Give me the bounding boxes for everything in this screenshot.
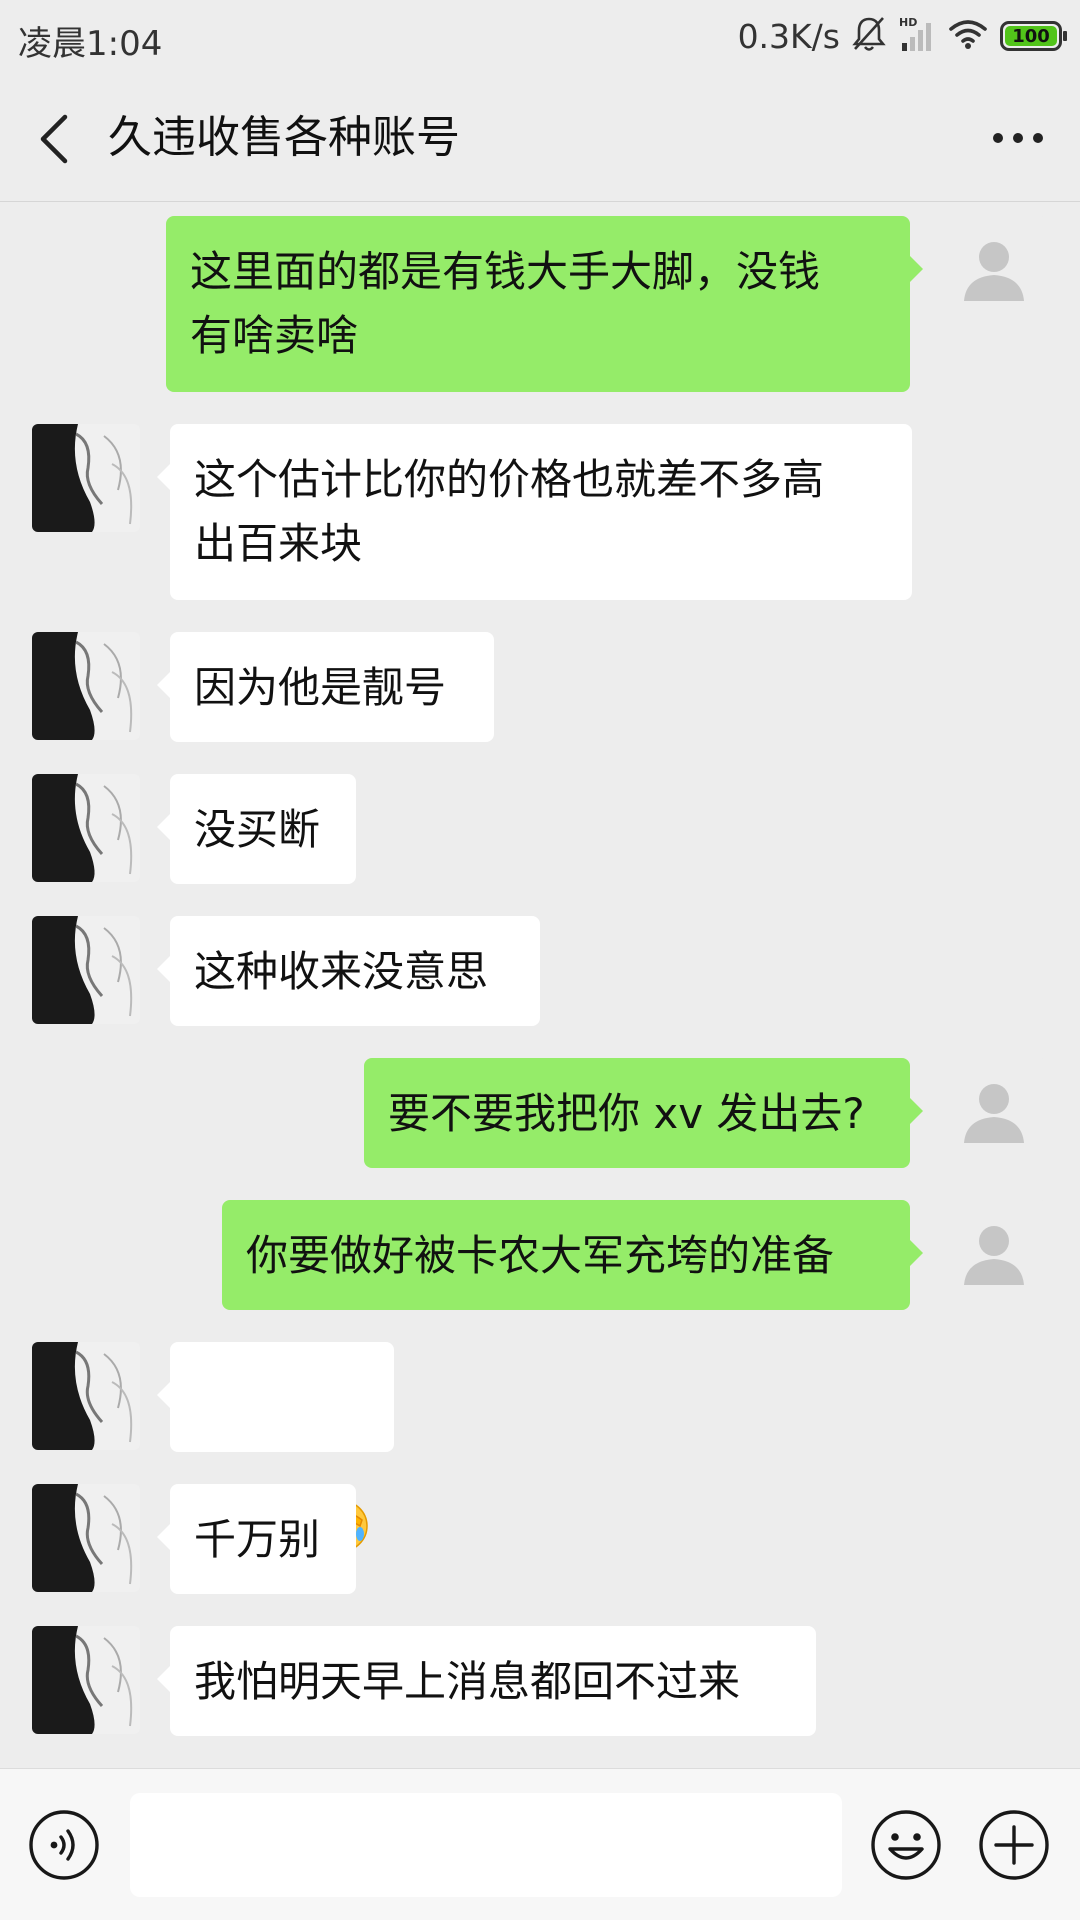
message-bubble-contact[interactable] bbox=[157, 1342, 394, 1552]
chat-title: 久违收售各种账号 bbox=[108, 112, 460, 163]
avatar-self[interactable] bbox=[940, 1058, 1048, 1166]
default-avatar-icon bbox=[964, 1084, 1024, 1143]
back-button[interactable] bbox=[24, 104, 84, 174]
chevron-left-icon bbox=[40, 114, 68, 164]
avatar-self[interactable] bbox=[940, 216, 1048, 324]
message-input[interactable] bbox=[130, 1793, 842, 1897]
avatar-contact[interactable] bbox=[32, 1342, 140, 1450]
smiley-icon bbox=[871, 1810, 941, 1880]
avatar-contact[interactable] bbox=[32, 632, 140, 740]
bell-muted-icon bbox=[852, 15, 886, 57]
message-bubble-self[interactable]: 这里面的都是有钱大手大脚，没钱 有啥卖啥 bbox=[166, 216, 923, 392]
more-functions-button[interactable] bbox=[978, 1809, 1050, 1881]
message-bubble-contact[interactable]: 因为他是靓号 bbox=[157, 632, 494, 742]
avatar-self[interactable] bbox=[940, 1200, 1048, 1308]
message-bubble-self[interactable]: 要不要我把你 xv 发出去? bbox=[364, 1058, 923, 1168]
voice-input-button[interactable] bbox=[28, 1809, 100, 1881]
more-icon bbox=[993, 133, 1003, 143]
avatar-contact[interactable] bbox=[32, 1626, 140, 1734]
battery-level: 100 bbox=[1012, 25, 1050, 47]
message-bubble-contact[interactable]: 千万别 bbox=[157, 1484, 356, 1594]
network-badge: HD bbox=[899, 16, 917, 29]
avatar-contact[interactable] bbox=[32, 774, 140, 882]
plus-icon bbox=[979, 1810, 1049, 1880]
status-time: 凌晨1:04 bbox=[18, 24, 163, 64]
wifi-icon bbox=[948, 17, 988, 55]
message-bubble-contact[interactable]: 没买断 bbox=[157, 774, 356, 884]
default-avatar-icon bbox=[964, 242, 1024, 301]
status-icons: 0.3K/s HD 100 bbox=[737, 14, 1067, 58]
input-bar bbox=[0, 1768, 1080, 1920]
battery-icon: 100 bbox=[1000, 21, 1067, 51]
avatar-contact[interactable] bbox=[32, 916, 140, 1024]
message-bubble-contact[interactable]: 这个估计比你的价格也就差不多高 出百来块 bbox=[157, 424, 912, 600]
avatar-contact[interactable] bbox=[32, 424, 140, 532]
emoji-button[interactable] bbox=[870, 1809, 942, 1881]
default-avatar-icon bbox=[964, 1226, 1024, 1285]
network-speed: 0.3K/s bbox=[737, 16, 840, 56]
message-bubble-self[interactable]: 你要做好被卡农大军充垮的准备 bbox=[222, 1200, 923, 1310]
more-button[interactable] bbox=[978, 106, 1058, 170]
avatar-contact[interactable] bbox=[32, 1484, 140, 1592]
message-bubble-contact[interactable]: 我怕明天早上消息都回不过来 bbox=[157, 1626, 816, 1736]
voice-icon bbox=[29, 1810, 99, 1880]
chat-header: 久违收售各种账号 bbox=[0, 76, 1080, 202]
message-bubble-contact[interactable]: 这种收来没意思 bbox=[157, 916, 540, 1026]
signal-icon: HD bbox=[898, 15, 936, 57]
status-bar: 凌晨1:04 0.3K/s HD 100 bbox=[0, 0, 1080, 76]
